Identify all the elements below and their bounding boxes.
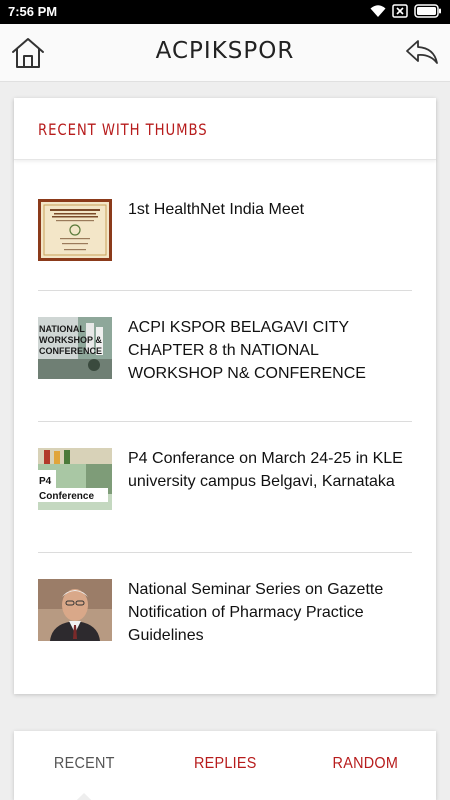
tab-random[interactable]: RANDOM (302, 731, 429, 800)
p4-conference-thumbnail: P4 Conference (38, 448, 112, 510)
app-bar: ACPIKSPOR (0, 24, 450, 82)
status-icons (370, 4, 442, 18)
status-bar: 7:56 PM (0, 0, 450, 24)
list-item[interactable]: 1st HealthNet India Meet (38, 160, 412, 291)
wifi-icon (370, 4, 386, 18)
thumb-text: Conference (39, 491, 94, 502)
active-tab-indicator (77, 793, 92, 800)
tab-label: RECENT (53, 755, 115, 772)
post-title: 1st HealthNet India Meet (128, 201, 305, 218)
card-header: RECENT WITH THUMBS (14, 98, 436, 160)
list-item[interactable]: National Seminar Series on Gazette Notif… (38, 553, 412, 684)
list-item[interactable]: NATIONAL WORKSHOP & CONFERENCE ACPI KSPO… (38, 291, 412, 422)
list-item[interactable]: P4 Conference P4 Conferance on March 24-… (38, 422, 412, 553)
portrait-thumbnail (38, 579, 112, 641)
app-title: ACPIKSPOR (155, 38, 295, 64)
thumb-text: NATIONAL (39, 324, 85, 334)
tab-recent[interactable]: RECENT (21, 731, 148, 800)
tab-label: REPLIES (193, 755, 257, 772)
post-title: National Seminar Series on Gazette Notif… (128, 581, 384, 644)
card-title: RECENT WITH THUMBS (38, 120, 208, 139)
post-title: P4 Conferance on March 24-25 in KLE univ… (128, 450, 403, 490)
back-button[interactable] (404, 36, 440, 68)
thumb-text: WORKSHOP & (39, 335, 102, 345)
tab-replies[interactable]: REPLIES (162, 731, 289, 800)
recent-with-thumbs-card: RECENT WITH THUMBS 1st HealthNet India M… (14, 98, 436, 694)
thumb-text: P4 (39, 476, 52, 487)
reply-back-icon (406, 40, 438, 64)
workshop-conference-thumbnail: NATIONAL WORKSHOP & CONFERENCE (38, 317, 112, 379)
tab-label: RANDOM (332, 755, 399, 772)
thumb-text: CONFERENCE (39, 346, 102, 356)
sim-x-icon (392, 4, 408, 18)
post-list: 1st HealthNet India Meet NATIONAL WORKSH… (38, 160, 412, 684)
post-title: ACPI KSPOR BELAGAVI CITY CHAPTER 8 th NA… (128, 319, 366, 382)
battery-icon (414, 4, 442, 18)
bottom-tabs: RECENT REPLIES RANDOM (14, 731, 436, 800)
status-time: 7:56 PM (8, 4, 58, 19)
invitation-card-thumbnail (38, 199, 112, 261)
